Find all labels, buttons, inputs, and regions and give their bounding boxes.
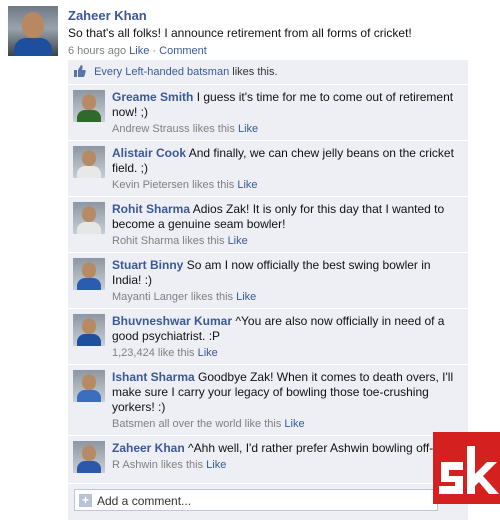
- avatar-face: [82, 206, 96, 222]
- status-post: Zaheer Khan So that's all folks! I annou…: [8, 6, 488, 62]
- post-comment-link[interactable]: Comment: [159, 45, 207, 57]
- avatar-face: [82, 318, 96, 334]
- commenter-avatar[interactable]: [73, 370, 105, 402]
- comment-item: Ishant Sharma Goodbye Zak! When it comes…: [68, 365, 468, 436]
- comment-meta: Kevin Pietersen likes this Like: [112, 178, 462, 192]
- commenter-name[interactable]: Greame Smith: [112, 90, 193, 104]
- comment-text-line: Alistair Cook And finally, we can chew j…: [112, 146, 462, 176]
- avatar-shirt: [77, 278, 101, 290]
- avatar-shirt: [77, 334, 101, 346]
- commenter-name[interactable]: Rohit Sharma: [112, 202, 190, 216]
- comments-feed: Every Left-handed batsman likes this. Gr…: [68, 60, 468, 520]
- comment-text-line: Ishant Sharma Goodbye Zak! When it comes…: [112, 370, 462, 415]
- comment-meta: R Ashwin likes this Like: [112, 458, 462, 472]
- avatar-face: [82, 94, 96, 110]
- commenter-name[interactable]: Zaheer Khan: [112, 441, 185, 455]
- avatar[interactable]: [8, 6, 58, 56]
- avatar-face: [22, 12, 44, 38]
- commenter-name[interactable]: Alistair Cook: [112, 146, 186, 160]
- comment-like-link[interactable]: Like: [284, 418, 304, 430]
- avatar-shirt: [77, 166, 101, 178]
- avatar-face: [82, 445, 96, 461]
- avatar-shirt: [77, 390, 101, 402]
- comment-like-link[interactable]: Like: [237, 179, 257, 191]
- comment-likes-text: Kevin Pietersen likes this: [112, 179, 235, 191]
- post-author-name[interactable]: Zaheer Khan: [68, 8, 488, 23]
- likers-link[interactable]: Every Left-handed batsman: [94, 66, 229, 78]
- sportskeeda-logo: [433, 432, 500, 504]
- comment-meta: Andrew Strauss likes this Like: [112, 122, 462, 136]
- commenter-name[interactable]: Stuart Binny: [112, 258, 183, 272]
- add-comment-row: + Add a comment...: [68, 484, 468, 520]
- comment-text: ^Ahh well, I'd rather prefer Ashwin bowl…: [188, 441, 459, 455]
- avatar-shirt: [77, 461, 101, 473]
- post-timestamp[interactable]: 6 hours ago: [68, 45, 126, 57]
- comment-item: Rohit Sharma Adios Zak! It is only for t…: [68, 197, 468, 253]
- add-comment-input[interactable]: + Add a comment...: [74, 489, 438, 511]
- commenter-name[interactable]: Ishant Sharma: [112, 370, 195, 384]
- comment-item: Alistair Cook And finally, we can chew j…: [68, 141, 468, 197]
- likes-suffix: likes this.: [232, 66, 278, 78]
- comment-meta: Mayanti Langer likes this Like: [112, 290, 462, 304]
- plus-icon: +: [79, 494, 92, 507]
- comment-likes-text: Mayanti Langer likes this: [112, 291, 234, 303]
- comment-text-line: Greame Smith I guess it's time for me to…: [112, 90, 462, 120]
- commenter-avatar[interactable]: [73, 314, 105, 346]
- meta-separator: ·: [152, 45, 157, 57]
- thumbs-up-icon: [74, 65, 86, 77]
- comment-likes-text: Rohit Sharma likes this: [112, 235, 225, 247]
- commenter-avatar[interactable]: [73, 202, 105, 234]
- comment-like-link[interactable]: Like: [206, 459, 226, 471]
- avatar-shirt: [77, 222, 101, 234]
- logo-mark: [439, 446, 499, 494]
- comment-likes-text: 1,23,424 like this: [112, 347, 195, 359]
- comment-item: Zaheer Khan ^Ahh well, I'd rather prefer…: [68, 436, 468, 484]
- comment-text-line: Rohit Sharma Adios Zak! It is only for t…: [112, 202, 462, 232]
- comment-item: Bhuvneshwar Kumar ^You are also now offi…: [68, 309, 468, 365]
- comment-meta: Batsmen all over the world like this Lik…: [112, 417, 462, 431]
- comment-like-link[interactable]: Like: [238, 123, 258, 135]
- avatar-shirt: [77, 110, 101, 122]
- comment-item: Stuart Binny So am I now officially the …: [68, 253, 468, 309]
- comment-meta: 1,23,424 like this Like: [112, 346, 462, 360]
- comment-text-line: Stuart Binny So am I now officially the …: [112, 258, 462, 288]
- avatar-face: [82, 374, 96, 390]
- commenter-avatar[interactable]: [73, 441, 105, 473]
- comment-list: Greame Smith I guess it's time for me to…: [68, 85, 468, 484]
- commenter-name[interactable]: Bhuvneshwar Kumar: [112, 314, 232, 328]
- avatar-face: [82, 150, 96, 166]
- comment-like-link[interactable]: Like: [236, 291, 256, 303]
- avatar-shirt: [14, 38, 52, 56]
- commenter-avatar[interactable]: [73, 146, 105, 178]
- comment-likes-text: R Ashwin likes this: [112, 459, 204, 471]
- commenter-avatar[interactable]: [73, 258, 105, 290]
- comment-meta: Rohit Sharma likes this Like: [112, 234, 462, 248]
- post-like-link[interactable]: Like: [129, 45, 149, 57]
- likes-summary: Every Left-handed batsman likes this.: [68, 60, 468, 85]
- comment-text-line: Zaheer Khan ^Ahh well, I'd rather prefer…: [112, 441, 462, 456]
- comment-item: Greame Smith I guess it's time for me to…: [68, 85, 468, 141]
- status-text: So that's all folks! I announce retireme…: [68, 26, 412, 40]
- post-meta: 6 hours ago Like · Comment: [68, 45, 488, 58]
- comment-text-line: Bhuvneshwar Kumar ^You are also now offi…: [112, 314, 462, 344]
- comment-likes-text: Batsmen all over the world like this: [112, 418, 282, 430]
- add-comment-placeholder: Add a comment...: [97, 494, 192, 508]
- comment-like-link[interactable]: Like: [198, 347, 218, 359]
- avatar-face: [82, 262, 96, 278]
- comment-likes-text: Andrew Strauss likes this: [112, 123, 235, 135]
- comment-like-link[interactable]: Like: [228, 235, 248, 247]
- post-body: Zaheer Khan So that's all folks! I annou…: [68, 8, 488, 58]
- commenter-avatar[interactable]: [73, 90, 105, 122]
